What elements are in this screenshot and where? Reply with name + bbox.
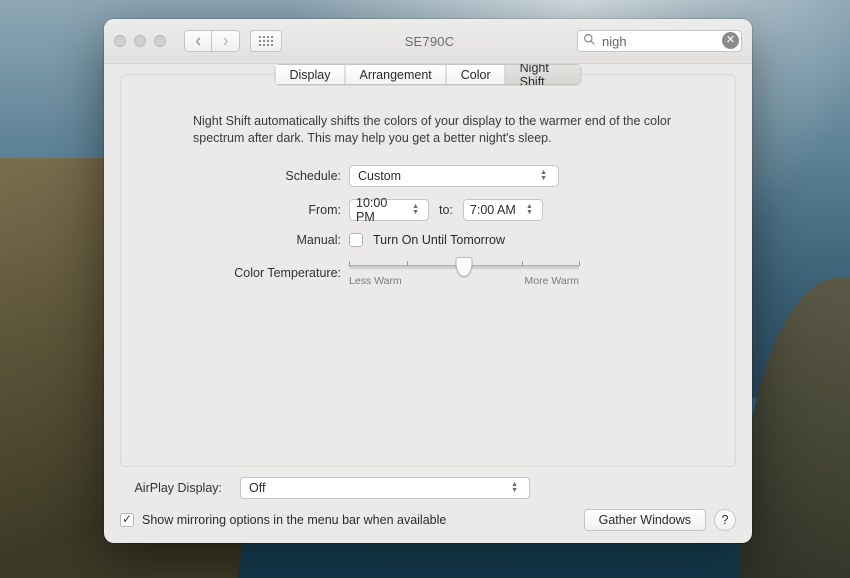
back-button[interactable] bbox=[184, 30, 212, 52]
slider-thumb[interactable] bbox=[456, 257, 473, 277]
chevron-left-icon bbox=[194, 37, 203, 46]
forward-button[interactable] bbox=[212, 30, 240, 52]
slider-max-label: More Warm bbox=[525, 275, 579, 287]
to-time-value: 7:00 AM bbox=[470, 203, 516, 217]
close-icon: ✕ bbox=[726, 35, 735, 46]
preferences-window: SE790C ✕ Display Arrangement Color Night… bbox=[104, 19, 752, 543]
to-time-input[interactable]: 7:00 AM ▲▼ bbox=[463, 199, 543, 221]
color-temperature-slider[interactable] bbox=[349, 265, 579, 269]
mirroring-checkbox[interactable] bbox=[120, 513, 134, 527]
updown-icon: ▲▼ bbox=[508, 479, 521, 497]
tab-arrangement[interactable]: Arrangement bbox=[346, 64, 447, 85]
description-text: Night Shift automatically shifts the col… bbox=[121, 101, 735, 165]
manual-checkbox-label: Turn On Until Tomorrow bbox=[373, 233, 505, 247]
help-button[interactable]: ? bbox=[714, 509, 736, 531]
color-temperature-label: Color Temperature: bbox=[169, 266, 349, 280]
titlebar: SE790C ✕ bbox=[104, 19, 752, 64]
mirroring-checkbox-label: Show mirroring options in the menu bar w… bbox=[142, 513, 446, 527]
airplay-select[interactable]: Off ▲▼ bbox=[240, 477, 530, 499]
show-all-button[interactable] bbox=[250, 30, 282, 52]
window-controls bbox=[114, 35, 166, 47]
slider-min-label: Less Warm bbox=[349, 275, 402, 287]
updown-icon: ▲▼ bbox=[537, 167, 550, 185]
to-label: to: bbox=[439, 203, 453, 217]
close-window-button[interactable] bbox=[114, 35, 126, 47]
schedule-value: Custom bbox=[358, 169, 401, 183]
airplay-value: Off bbox=[249, 481, 265, 495]
chevron-right-icon bbox=[221, 37, 230, 46]
search-input[interactable] bbox=[577, 30, 742, 52]
schedule-select[interactable]: Custom ▲▼ bbox=[349, 165, 559, 187]
search-icon bbox=[583, 33, 596, 46]
airplay-label: AirPlay Display: bbox=[120, 481, 230, 495]
window-title: SE790C bbox=[292, 34, 567, 49]
minimize-window-button[interactable] bbox=[134, 35, 146, 47]
manual-label: Manual: bbox=[169, 233, 349, 247]
grid-icon bbox=[259, 36, 273, 46]
gather-windows-button[interactable]: Gather Windows bbox=[584, 509, 706, 531]
clear-search-button[interactable]: ✕ bbox=[722, 32, 739, 49]
zoom-window-button[interactable] bbox=[154, 35, 166, 47]
tab-color[interactable]: Color bbox=[447, 64, 506, 85]
stepper-icon: ▲▼ bbox=[409, 201, 422, 219]
from-label: From: bbox=[169, 203, 349, 217]
schedule-label: Schedule: bbox=[169, 169, 349, 183]
from-time-input[interactable]: 10:00 PM ▲▼ bbox=[349, 199, 429, 221]
stepper-icon: ▲▼ bbox=[523, 201, 536, 219]
tab-bar: Display Arrangement Color Night Shift bbox=[275, 64, 582, 85]
tab-display[interactable]: Display bbox=[275, 64, 346, 85]
manual-checkbox[interactable] bbox=[349, 233, 363, 247]
tab-night-shift[interactable]: Night Shift bbox=[506, 64, 582, 85]
from-time-value: 10:00 PM bbox=[356, 196, 409, 224]
panel: Display Arrangement Color Night Shift Ni… bbox=[120, 74, 736, 467]
